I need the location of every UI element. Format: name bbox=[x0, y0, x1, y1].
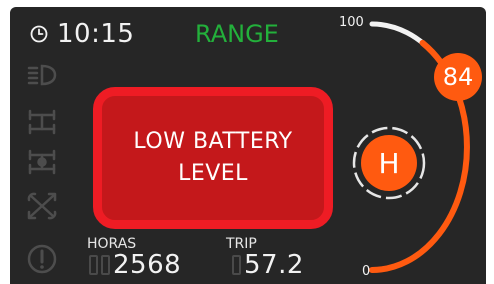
gauge-min-label: 0 bbox=[362, 264, 371, 279]
hours-unused-digit bbox=[89, 255, 98, 275]
hours-value: 2568 bbox=[113, 250, 182, 280]
trip-value: 57.2 bbox=[244, 250, 304, 280]
hours-unused-digit bbox=[101, 255, 110, 275]
trip-unused-digit bbox=[232, 255, 241, 275]
hour-indicator: H bbox=[351, 125, 427, 201]
gauge-max-label: 100 bbox=[339, 15, 364, 30]
battery-percent-badge: 84 bbox=[434, 53, 482, 101]
hour-indicator-label: H bbox=[361, 135, 417, 191]
dashboard-screen: 10:15 RANGE LOW BATTERY LEVEL 100 0 84 H… bbox=[10, 7, 486, 284]
